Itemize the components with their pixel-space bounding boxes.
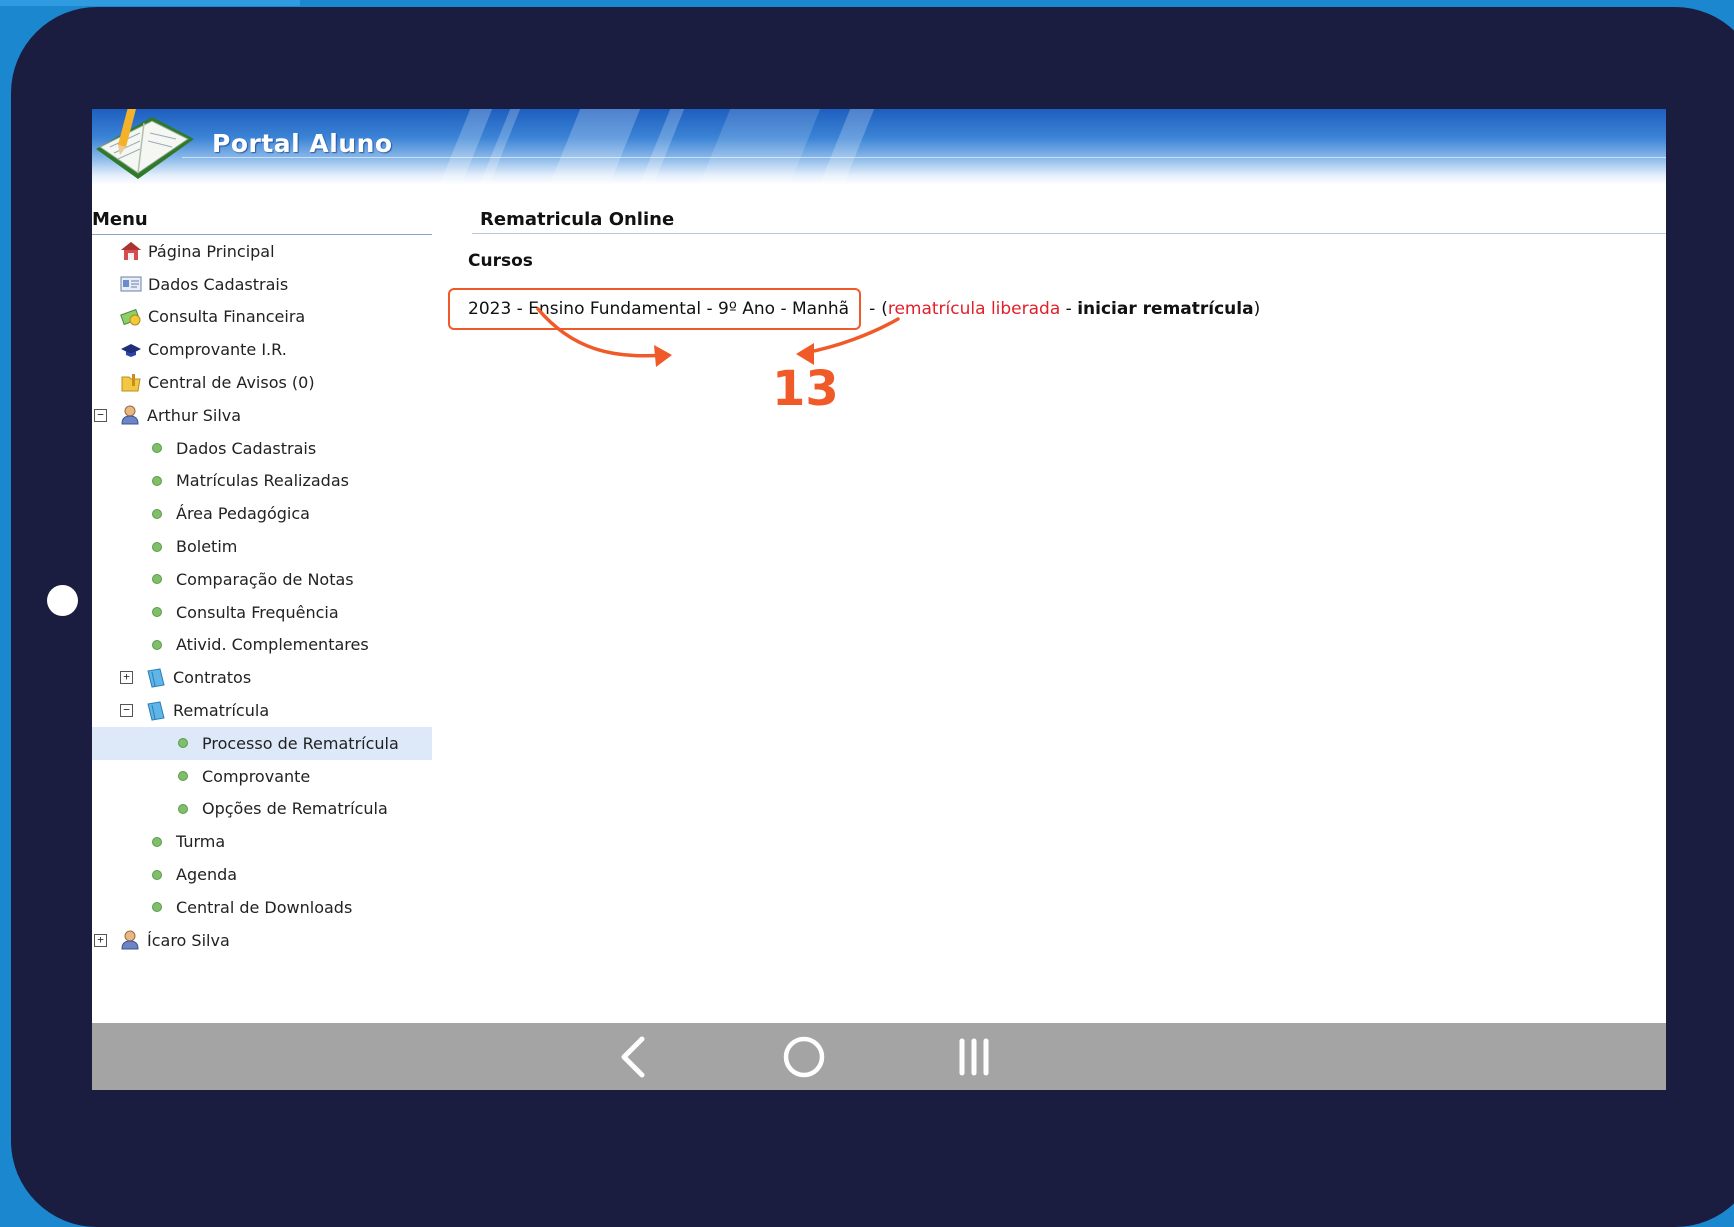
sidebar-item-dados-cadastrais[interactable]: Dados Cadastrais <box>92 268 432 301</box>
sidebar-item-ativid-complementares[interactable]: Ativid. Complementares <box>92 629 432 662</box>
portal-banner: Portal Aluno <box>92 109 1666 185</box>
sidebar-item-matriculas-realizadas[interactable]: Matrículas Realizadas <box>92 465 432 498</box>
user-icon <box>119 404 141 426</box>
sidebar-item-central-de-downloads[interactable]: Central de Downloads <box>92 891 432 924</box>
book-icon <box>145 700 167 722</box>
sidebar-item-agenda[interactable]: Agenda <box>92 858 432 891</box>
portal-title: Portal Aluno <box>212 129 393 158</box>
open-paren: ( <box>881 299 888 319</box>
page-title-text: Rematricula Online <box>480 209 675 230</box>
iniciar-rematricula-link[interactable]: iniciar rematrícula <box>1077 299 1253 319</box>
course-separator: - <box>869 299 876 319</box>
sidebar-item-boletim[interactable]: Boletim <box>92 530 432 563</box>
course-row: 2023 - Ensino Fundamental - 9º Ano - Man… <box>448 288 1261 330</box>
bullet-icon <box>178 771 188 782</box>
circle-home-icon <box>783 1036 825 1077</box>
background-stripe <box>0 0 300 6</box>
expand-icon[interactable]: + <box>94 933 107 947</box>
sidebar-item-comparacao-de-notas[interactable]: Comparação de Notas <box>92 563 432 596</box>
sidebar-item-arthur-silva[interactable]: − Arthur Silva <box>92 399 432 432</box>
id-card-icon <box>120 273 142 295</box>
sidebar-item-pagina-principal[interactable]: Página Principal <box>92 235 432 268</box>
section-cursos: Cursos <box>468 251 533 271</box>
bullet-icon <box>152 607 162 618</box>
status-dash: - <box>1060 299 1078 319</box>
close-paren: ) <box>1253 299 1261 319</box>
sidebar-item-processo-de-rematricula[interactable]: Processo de Rematrícula <box>92 726 432 760</box>
sidebar-item-rematricula[interactable]: − Rematrícula <box>92 694 432 727</box>
sidebar-item-consulta-financeira[interactable]: Consulta Financeira <box>92 301 432 334</box>
bullet-icon <box>178 738 188 749</box>
sidebar-item-arthur-dados-cadastrais[interactable]: Dados Cadastrais <box>92 432 432 465</box>
bullet-icon <box>178 803 188 814</box>
bullet-icon <box>152 639 162 650</box>
sidebar-item-icaro-silva[interactable]: + Ícaro Silva <box>92 924 432 957</box>
course-label: 2023 - Ensino Fundamental - 9º Ano - Man… <box>468 299 850 319</box>
sidebar-item-consulta-frequencia[interactable]: Consulta Frequência <box>92 596 432 629</box>
bullet-icon <box>152 902 162 913</box>
house-icon <box>120 240 142 262</box>
money-icon <box>120 306 142 328</box>
chevron-left-icon <box>621 1036 645 1077</box>
tax-receipt-icon <box>120 339 142 361</box>
book-logo-icon <box>96 109 194 179</box>
user-icon <box>119 929 141 951</box>
sidebar-item-turma[interactable]: Turma <box>92 825 432 858</box>
folder-icon <box>120 372 142 394</box>
bullet-icon <box>152 475 162 486</box>
tablet-screen: Portal Aluno Menu Página Principal Dados… <box>92 109 1666 1090</box>
menu-heading: Menu <box>92 208 432 235</box>
page-title: Rematricula Online <box>472 209 1666 234</box>
sidebar-item-opcoes-de-rematricula[interactable]: Opções de Rematrícula <box>92 793 432 826</box>
recent-apps-button[interactable] <box>944 1023 1004 1090</box>
bullet-icon <box>152 508 162 519</box>
arrow-left-head <box>654 345 672 367</box>
sidebar-menu: Página Principal Dados Cadastrais Consul… <box>92 235 432 957</box>
collapse-icon[interactable]: − <box>94 408 107 422</box>
collapse-icon[interactable]: − <box>120 704 133 718</box>
book-icon <box>145 667 167 689</box>
bullet-icon <box>152 443 162 454</box>
course-highlight-box: 2023 - Ensino Fundamental - 9º Ano - Man… <box>448 288 862 330</box>
sidebar-item-comprovante[interactable]: Comprovante <box>92 760 432 793</box>
bullet-icon <box>152 541 162 552</box>
bullet-icon <box>152 869 162 880</box>
home-button[interactable] <box>774 1023 834 1090</box>
sidebar-item-comprovante-ir[interactable]: Comprovante I.R. <box>92 333 432 366</box>
sidebar-item-central-de-avisos[interactable]: Central de Avisos (0) <box>92 366 432 399</box>
back-button[interactable] <box>602 1023 662 1090</box>
sidebar-item-contratos[interactable]: + Contratos <box>92 661 432 694</box>
step-number: 13 <box>772 361 839 417</box>
recent-apps-icon <box>959 1038 989 1075</box>
expand-icon[interactable]: + <box>120 671 133 685</box>
bullet-icon <box>152 836 162 847</box>
navigation-bar <box>92 1023 1666 1090</box>
camera-dot <box>47 585 78 616</box>
sidebar-item-area-pedagogica[interactable]: Área Pedagógica <box>92 497 432 530</box>
status-badge: rematrícula liberada <box>887 299 1061 319</box>
bullet-icon <box>152 574 162 585</box>
